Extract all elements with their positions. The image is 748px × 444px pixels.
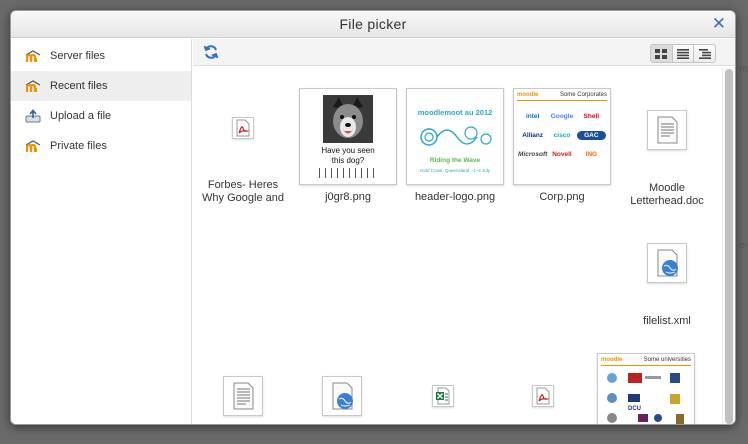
- sidebar-item-upload-a-file[interactable]: Upload a file: [11, 101, 191, 131]
- pdf-icon: [532, 385, 554, 407]
- document-icon: [647, 110, 687, 150]
- moodle-icon: [25, 79, 42, 93]
- university-logo-text: DCU: [628, 406, 641, 412]
- tear-off-strips: [319, 168, 379, 178]
- view-list-button[interactable]: [671, 45, 694, 62]
- logo-subtitle: Riding the Wave: [429, 157, 481, 164]
- background-text-fragment: e-: [739, 240, 748, 251]
- wave-logo: [420, 126, 492, 146]
- file-name: j0gr8.png: [325, 191, 371, 203]
- file-name: Corp.png: [539, 191, 585, 203]
- background-text-fragment: m: [739, 64, 748, 75]
- file-item[interactable]: Moodle Letterhead.doc: [617, 110, 717, 208]
- image-caption: Have you seen: [321, 146, 375, 155]
- brand-tagline: Some Corporates: [559, 92, 607, 98]
- brand-logo: moodle: [517, 92, 539, 98]
- list-icon: [677, 48, 689, 59]
- xml-globe-icon: [322, 376, 362, 416]
- sidebar-item-server-files[interactable]: Server files: [11, 41, 191, 71]
- file-item[interactable]: Have you seen this dog? j0gr8.png: [298, 88, 398, 204]
- university-logos: [607, 373, 684, 424]
- logo-caption: Gold Coast, Queensland · 1–4 July: [419, 168, 491, 173]
- corporate-logo: Google: [550, 113, 574, 120]
- file-name: Moodle: [648, 182, 686, 194]
- file-browser-toolbar: [193, 39, 735, 66]
- file-name: Letterhead.doc: [630, 195, 704, 207]
- moodle-icon: [25, 139, 42, 153]
- sidebar-item-label: Private files: [50, 140, 107, 152]
- file-browser-panel: Forbes- Heres Why Google and Have you se…: [193, 39, 735, 424]
- view-icons-button[interactable]: [651, 45, 672, 62]
- sidebar-item-label: Server files: [50, 50, 106, 62]
- corporate-logo: intel: [525, 113, 540, 120]
- upload-icon: [25, 109, 42, 123]
- view-mode-toggle: [650, 44, 716, 63]
- image-caption: this dog?: [331, 156, 365, 165]
- repository-sidebar: Server files Recent files Upload a file: [11, 39, 192, 424]
- image-thumbnail: moodle Some universities DCU: [597, 353, 695, 424]
- vertical-scrollbar[interactable]: [725, 69, 733, 424]
- file-name: filelist.xml: [643, 315, 691, 327]
- corporate-logo: Novell: [552, 151, 572, 158]
- dog-photo: [323, 95, 373, 143]
- sidebar-item-recent-files[interactable]: Recent files: [11, 71, 191, 101]
- sidebar-item-label: Recent files: [50, 80, 108, 92]
- file-item[interactable]: moodle Some universities DCU: [596, 353, 696, 424]
- file-name: Why Google and: [202, 192, 284, 204]
- file-item[interactable]: [393, 385, 493, 407]
- file-item[interactable]: filelist.xml: [617, 243, 717, 328]
- xml-globe-icon: [647, 243, 687, 283]
- spreadsheet-icon: [432, 385, 454, 407]
- file-name: Forbes- Heres: [207, 179, 279, 191]
- sidebar-item-label: Upload a file: [50, 110, 112, 122]
- view-tree-button[interactable]: [693, 45, 715, 62]
- brand-logo: moodle: [601, 357, 623, 363]
- file-item[interactable]: [493, 385, 593, 407]
- corporate-logo: ING: [585, 151, 598, 158]
- sidebar-item-private-files[interactable]: Private files: [11, 131, 191, 161]
- file-picker-dialog: File picker ✕ Server files Recent files …: [10, 10, 736, 425]
- file-item[interactable]: moodle Some Corporates intel Google Shel…: [512, 88, 612, 204]
- brand-tagline: Some universities: [643, 357, 691, 363]
- corporate-logo: Microsoft: [518, 151, 548, 158]
- close-icon[interactable]: ✕: [711, 15, 727, 32]
- image-thumbnail: moodle Some Corporates intel Google Shel…: [513, 88, 611, 185]
- pdf-icon: [232, 117, 254, 139]
- image-thumbnail: Have you seen this dog?: [299, 88, 397, 185]
- grid-icon: [655, 48, 668, 59]
- logo-title: moodlemoot au 2012: [417, 108, 493, 117]
- corporate-logo: cisco: [553, 132, 571, 139]
- image-thumbnail: moodlemoot au 2012 Riding the Wave Gold …: [406, 88, 504, 185]
- file-grid: Forbes- Heres Why Google and Have you se…: [193, 67, 722, 424]
- document-icon: [223, 376, 263, 416]
- moodle-icon: [25, 49, 42, 63]
- refresh-icon[interactable]: [203, 44, 219, 60]
- dialog-title: File picker: [339, 16, 407, 32]
- corporate-logo: Shell: [583, 113, 600, 120]
- corporate-logo: Allianz: [522, 132, 544, 139]
- file-item[interactable]: [292, 376, 392, 416]
- file-item[interactable]: [193, 376, 293, 416]
- corporate-logo: GAC: [576, 131, 606, 140]
- tree-icon: [698, 48, 711, 59]
- file-item[interactable]: Forbes- Heres Why Google and: [193, 117, 293, 205]
- file-item[interactable]: moodlemoot au 2012 Riding the Wave Gold …: [405, 88, 505, 204]
- file-name: header-logo.png: [414, 191, 496, 203]
- dialog-titlebar: File picker ✕: [11, 11, 735, 38]
